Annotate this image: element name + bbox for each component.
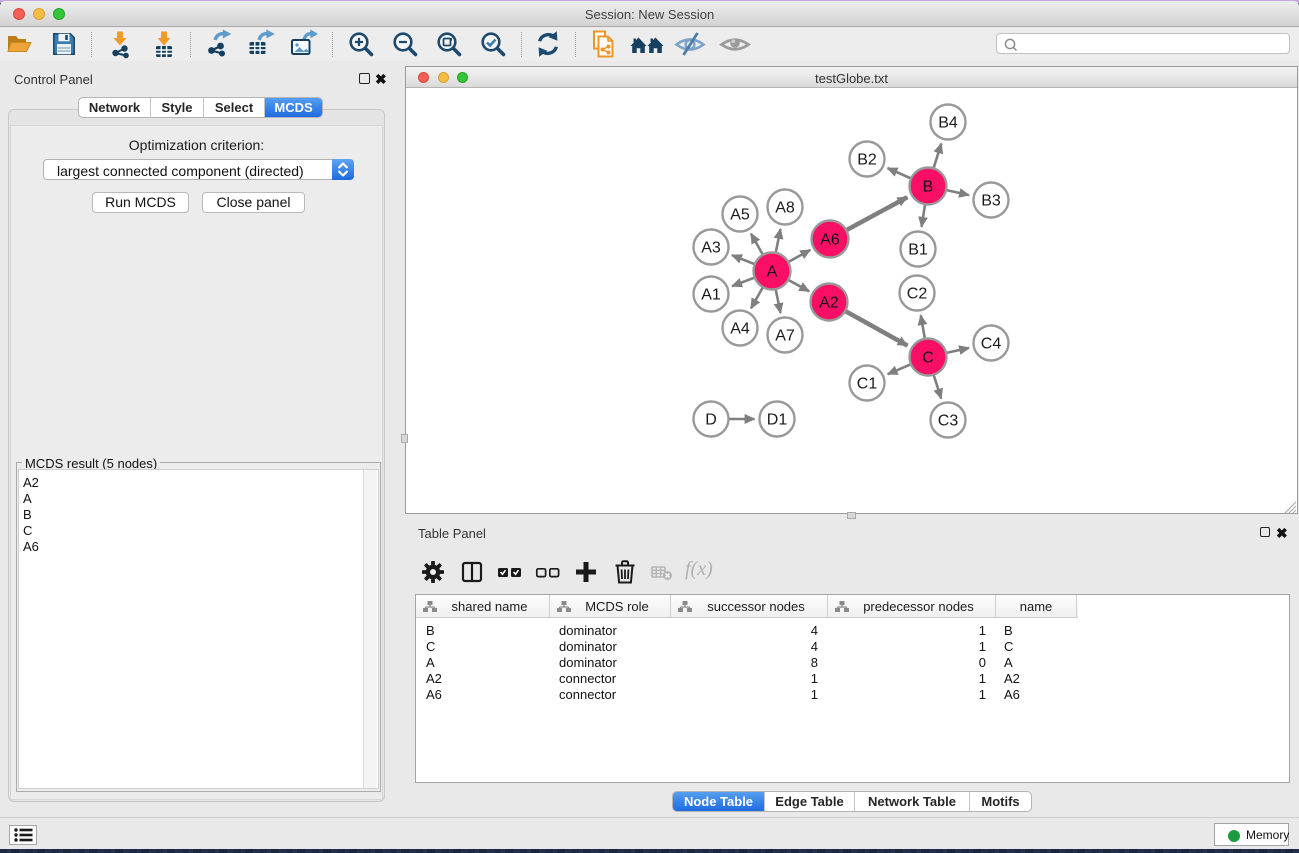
svg-text:B4: B4 bbox=[938, 115, 958, 132]
svg-text:B: B bbox=[923, 179, 934, 196]
svg-text:A: A bbox=[767, 264, 778, 281]
svg-text:D1: D1 bbox=[767, 412, 788, 429]
svg-text:A5: A5 bbox=[730, 207, 750, 224]
svg-text:C4: C4 bbox=[981, 336, 1002, 353]
svg-text:B2: B2 bbox=[857, 152, 877, 169]
svg-text:B3: B3 bbox=[981, 193, 1001, 210]
svg-text:B1: B1 bbox=[908, 242, 928, 259]
svg-text:A7: A7 bbox=[775, 328, 795, 345]
svg-text:A6: A6 bbox=[820, 232, 840, 249]
svg-text:A4: A4 bbox=[730, 321, 750, 338]
svg-text:C3: C3 bbox=[938, 413, 959, 430]
svg-text:A1: A1 bbox=[701, 287, 721, 304]
svg-text:C2: C2 bbox=[907, 286, 928, 303]
svg-text:A3: A3 bbox=[701, 240, 721, 257]
svg-text:D: D bbox=[705, 412, 717, 429]
svg-text:A2: A2 bbox=[819, 295, 839, 312]
svg-text:C: C bbox=[922, 350, 934, 367]
svg-text:C1: C1 bbox=[857, 376, 878, 393]
svg-text:A8: A8 bbox=[775, 200, 795, 217]
